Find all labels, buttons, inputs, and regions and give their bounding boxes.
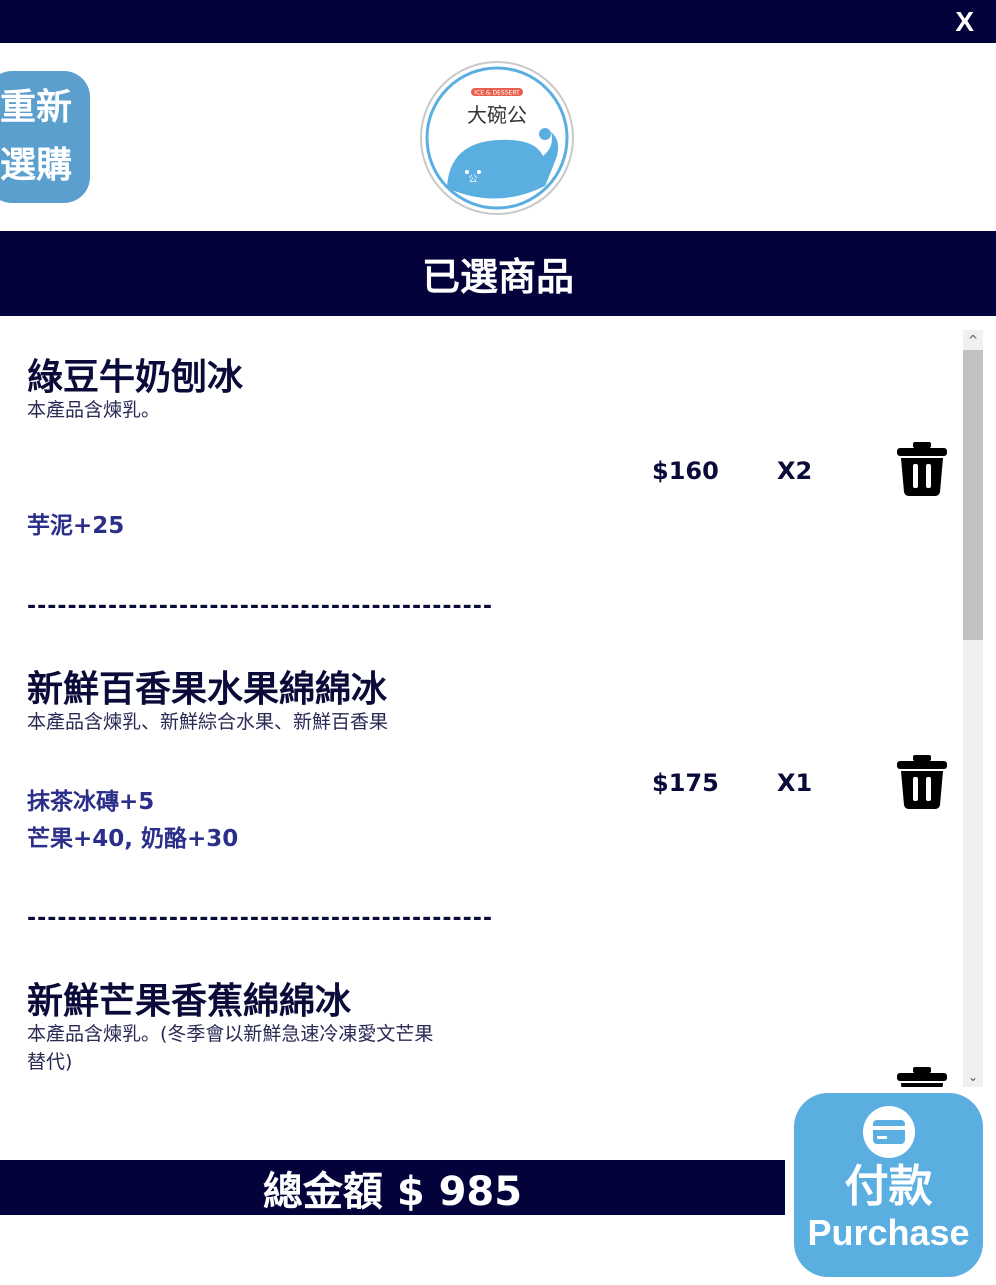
item-desc: 本產品含煉乳。(冬季會以新鮮急速冷凍愛文芒果替代) [27, 1023, 434, 1073]
purchase-label-en: Purchase [807, 1212, 970, 1253]
item-price: $175 [652, 769, 719, 797]
logo-text: 大碗公 [467, 103, 527, 127]
item-desc: 本產品含煉乳。 [27, 399, 161, 421]
item-name: 新鮮百香果水果綿綿冰 [27, 669, 388, 710]
section-title: 已選商品 [0, 231, 996, 316]
item-name: 綠豆牛奶刨冰 [27, 357, 244, 398]
item-quantity: X1 [777, 769, 813, 797]
reselect-button[interactable]: 重新 選購 [0, 71, 90, 203]
top-bar: X [0, 0, 996, 43]
item-divider: ----------------------------------------… [27, 906, 494, 931]
close-button[interactable]: X [955, 6, 974, 38]
delete-item-button[interactable] [893, 1065, 951, 1087]
reselect-button-line1: 重新 [0, 87, 73, 128]
scrollbar-thumb[interactable] [963, 350, 983, 640]
purchase-button[interactable]: 付款 Purchase [794, 1093, 983, 1277]
cart-list[interactable]: 綠豆牛奶刨冰 本產品含煉乳。 芋泥+25 $160 X2 -----------… [0, 330, 962, 1087]
trash-icon [897, 755, 947, 809]
scroll-down-arrow-icon[interactable]: ⌄ [963, 1067, 983, 1087]
credit-card-icon [862, 1106, 915, 1158]
trash-icon [897, 442, 947, 496]
total-amount: 總金額 $ 985 [0, 1160, 785, 1215]
scroll-up-arrow-icon[interactable]: ^ [963, 330, 983, 350]
trash-icon [897, 1067, 947, 1087]
delete-item-button[interactable] [893, 753, 951, 811]
item-option: 抹茶冰磚+5 [27, 789, 155, 815]
item-desc: 本產品含煉乳、新鮮綜合水果、新鮮百香果 [27, 711, 389, 733]
delete-item-button[interactable] [893, 440, 951, 498]
item-divider: ----------------------------------------… [27, 594, 494, 619]
reselect-button-line2: 選購 [0, 145, 73, 186]
item-option: 芒果+40, 奶酪+30 [27, 826, 239, 852]
purchase-label-zh: 付款 [844, 1161, 933, 1212]
item-quantity: X2 [777, 457, 813, 485]
item-price: $160 [652, 457, 719, 485]
svg-text:公: 公 [468, 174, 477, 185]
item-option: 芋泥+25 [27, 513, 125, 539]
item-name: 新鮮芒果香蕉綿綿冰 [27, 981, 352, 1022]
logo-tag: ICE & DESSERT [474, 90, 520, 97]
brand-logo: ICE & DESSERT 大碗公 公 [420, 61, 574, 215]
